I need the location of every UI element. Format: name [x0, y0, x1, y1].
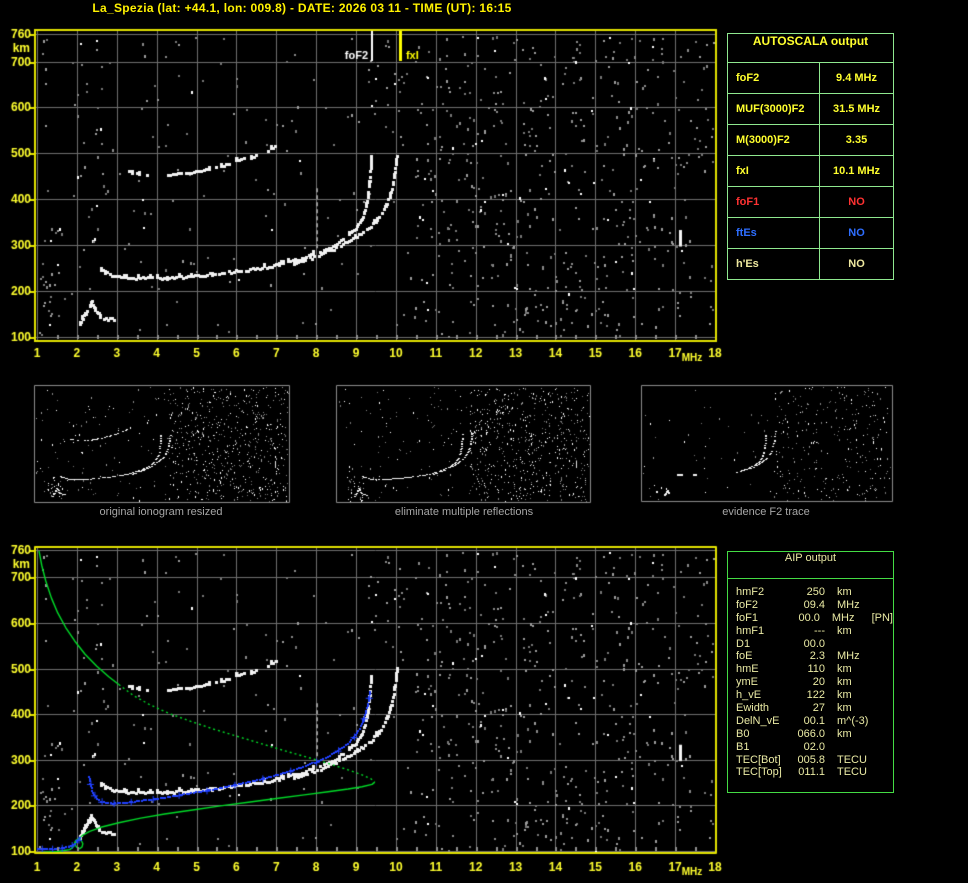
table-row: M(3000)F2 3.35: [728, 125, 893, 156]
metric-unit: km: [837, 586, 852, 598]
metric-label: hmE: [736, 663, 759, 676]
table-row: hmE 110 km: [736, 663, 893, 676]
table-row: foF2 9.4 MHz: [728, 63, 893, 94]
table-row: Ewidth 27 km: [736, 702, 893, 715]
metric-label: ftEs: [728, 218, 820, 248]
metric-unit: TECU: [837, 766, 867, 779]
table-row: hmF1 --- km: [736, 625, 893, 638]
autoscala-window: La_Spezia (lat: +44.1, lon: 009.8) - DAT…: [0, 0, 968, 883]
metric-value: 00.0: [803, 637, 825, 650]
metric-label: foF2: [736, 598, 759, 611]
metric-label: M(3000)F2: [728, 125, 820, 155]
metric-value: 20: [812, 676, 825, 689]
autoscala-output-table: AUTOSCALA output foF2 9.4 MHz MUF(3000)F2 3…: [727, 33, 894, 280]
table-row: foF2 09.4 MHz: [736, 599, 893, 612]
table-row: DelN_vE 00.1 m^(-3): [736, 715, 893, 728]
metric-unit: m^(-3): [837, 714, 869, 727]
metric-value: NO: [848, 258, 865, 270]
metric-label: MUF(3000)F2: [728, 94, 820, 124]
metric-value: 005.8: [797, 753, 825, 766]
metric-value: 9.4 MHz: [836, 72, 877, 84]
metric-unit: km: [837, 727, 852, 740]
metric-unit: [837, 638, 877, 651]
metric-unit: km: [837, 676, 852, 689]
metric-unit: km: [837, 702, 852, 715]
table-row: foE 2.3 MHz: [736, 650, 893, 663]
aip-output-table: AIP output hmF2 250 km foF2 09.4 MHz foF1 00.0 M…: [727, 551, 894, 793]
autoscala-table-title: AUTOSCALA output: [728, 34, 893, 63]
metric-value: 011.1: [798, 766, 825, 779]
metric-label: TEC[Bot]: [736, 753, 781, 766]
metric-unit: km: [837, 689, 852, 702]
metric-value: 110: [807, 663, 825, 676]
metric-value: NO: [848, 227, 865, 239]
table-row: TEC[Top] 011.1 TECU: [736, 766, 893, 779]
metric-unit: km: [837, 624, 852, 637]
table-row: MUF(3000)F2 31.5 MHz: [728, 94, 893, 125]
table-row: h'Es NO: [728, 249, 893, 279]
table-row: TEC[Bot] 005.8 TECU: [736, 754, 893, 767]
metric-label: Ewidth: [736, 702, 770, 715]
table-row: foF1 NO: [728, 187, 893, 218]
panel-caption-eliminate: eliminate multiple reflections: [394, 506, 534, 518]
metric-unit: MHz: [837, 650, 860, 663]
metric-unit: [837, 741, 877, 754]
metric-value: ---: [814, 624, 825, 637]
metric-label: D1: [736, 637, 751, 650]
metric-value: 122: [806, 689, 825, 702]
metric-value: 00.1: [803, 714, 825, 727]
table-row: fxI 10.1 MHz: [728, 156, 893, 187]
metric-label: hmF1: [736, 624, 765, 637]
panel-caption-evidence: evidence F2 trace: [722, 506, 810, 518]
aip-table-title: AIP output: [728, 552, 893, 579]
metric-label: foE: [736, 650, 753, 663]
metric-unit: km: [837, 663, 852, 676]
metric-unit: MHz: [831, 611, 855, 624]
metric-value: 066.0: [797, 727, 825, 740]
station-title: La_Spezia (lat: +44.1, lon: 009.8) - DAT…: [92, 1, 512, 15]
metric-note: [PN]: [871, 611, 893, 624]
table-row: ymE 20 km: [736, 676, 893, 689]
metric-unit: MHz: [837, 598, 860, 611]
table-row: B1 02.0: [736, 741, 893, 754]
metric-value: 00.0: [798, 611, 820, 624]
metric-label: DelN_vE: [736, 714, 780, 727]
metric-label: TEC[Top]: [736, 766, 782, 779]
metric-value: 2.3: [809, 650, 825, 663]
metric-value: 31.5 MHz: [832, 103, 881, 115]
table-row: foF1 00.0 MHz [PN]: [736, 612, 893, 625]
metric-unit: TECU: [837, 753, 867, 766]
metric-value: 27: [812, 702, 825, 715]
autoscala-rows: foF2 9.4 MHz MUF(3000)F2 31.5 MHz M(3000)F2 3…: [728, 63, 893, 279]
metric-value: 09.4: [803, 598, 825, 611]
metric-label: B0: [736, 727, 750, 740]
metric-value: NO: [848, 196, 865, 208]
panel-caption-original: original ionogram resized: [99, 506, 223, 518]
table-row: B0 066.0 km: [736, 728, 893, 741]
metric-label: foF1: [728, 187, 820, 217]
metric-label: h_vE: [736, 689, 762, 702]
aip-rows: hmF2 250 km foF2 09.4 MHz foF1 00.0 MHz [PN] hmF1 -…: [728, 579, 893, 779]
metric-label: foF1: [736, 611, 759, 624]
metric-label: h'Es: [728, 249, 820, 279]
metric-label: ymE: [736, 676, 758, 689]
metric-label: hmF2: [736, 586, 765, 598]
metric-label: foF2: [728, 63, 820, 93]
metric-label: B1: [736, 740, 750, 753]
metric-label: fxI: [728, 156, 820, 186]
metric-value: 3.35: [845, 134, 868, 146]
metric-value: 250: [806, 586, 825, 598]
table-row: hmF2 250 km: [736, 586, 893, 599]
table-row: D1 00.0: [736, 638, 893, 651]
metric-value: 02.0: [803, 740, 825, 753]
table-row: ftEs NO: [728, 218, 893, 249]
metric-value: 10.1 MHz: [832, 165, 881, 177]
table-row: h_vE 122 km: [736, 689, 893, 702]
